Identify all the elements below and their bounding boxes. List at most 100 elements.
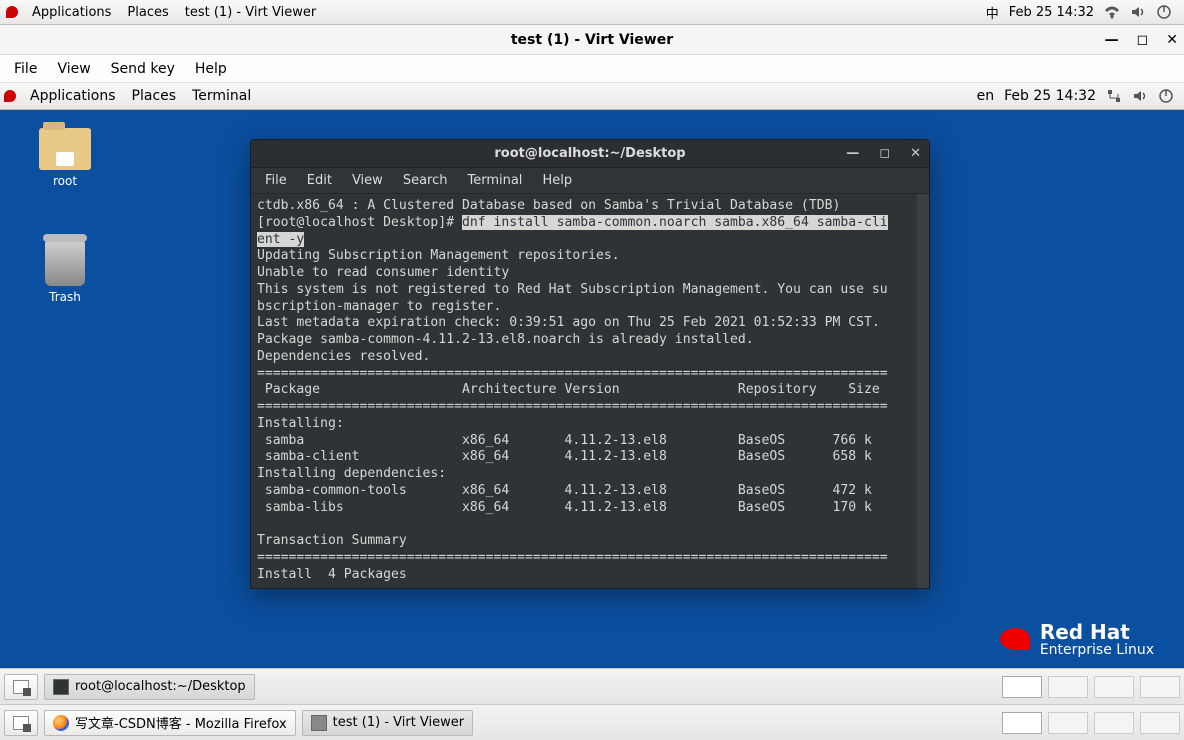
host-menu-places[interactable]: Places: [119, 5, 176, 20]
terminal-line: This system is not registered to Red Hat…: [257, 282, 888, 297]
term-menu-terminal[interactable]: Terminal: [457, 173, 532, 188]
terminal-command: ent -y: [257, 232, 304, 247]
vm-menu-places[interactable]: Places: [124, 88, 185, 104]
host-menu-applications[interactable]: Applications: [24, 5, 119, 20]
vm-menu-applications[interactable]: Applications: [22, 88, 124, 104]
terminal-title: root@localhost:~/Desktop: [494, 146, 685, 161]
terminal-line: Dependencies resolved.: [257, 349, 430, 364]
wifi-icon[interactable]: [1104, 4, 1120, 20]
power-icon[interactable]: [1156, 4, 1172, 20]
workspace-switcher[interactable]: [4, 674, 38, 700]
term-menu-view[interactable]: View: [342, 173, 393, 188]
terminal-line: samba x86_64 4.11.2-13.el8 BaseOS 766 k: [257, 433, 872, 448]
terminal-line: Unable to read consumer identity: [257, 265, 509, 280]
redhat-text-2: Enterprise Linux: [1040, 643, 1154, 658]
terminal-line: samba-common-tools x86_64 4.11.2-13.el8 …: [257, 483, 872, 498]
taskbar-item-firefox[interactable]: 写文章-CSDN博客 - Mozilla Firefox: [44, 710, 296, 736]
tray-slot: [1140, 712, 1180, 734]
redhat-hat-icon: [1000, 628, 1030, 650]
terminal-line: ctdb.x86_64 : A Clustered Database based…: [257, 198, 840, 213]
virt-viewer-menubar: File View Send key Help: [0, 55, 1184, 83]
terminal-line: samba-client x86_64 4.11.2-13.el8 BaseOS…: [257, 449, 872, 464]
taskbar-item-label: 写文章-CSDN博客 - Mozilla Firefox: [75, 713, 287, 732]
terminal-prompt: [root@localhost Desktop]#: [257, 215, 462, 230]
term-menu-help[interactable]: Help: [532, 173, 582, 188]
maximize-button[interactable]: ◻: [1137, 32, 1149, 48]
terminal-line: Transaction Summary: [257, 533, 407, 548]
terminal-command: dnf install samba-common.noarch samba.x8…: [462, 215, 888, 230]
terminal-line: Last metadata expiration check: 0:39:51 …: [257, 315, 880, 330]
terminal-minimize-button[interactable]: —: [846, 146, 859, 161]
close-button[interactable]: ✕: [1166, 32, 1178, 48]
desktop-icon-label: root: [30, 174, 100, 188]
fedora-icon: [4, 90, 16, 102]
terminal-line: ========================================…: [257, 550, 888, 565]
terminal-output[interactable]: ctdb.x86_64 : A Clustered Database based…: [251, 194, 929, 588]
term-menu-edit[interactable]: Edit: [297, 173, 342, 188]
host-taskbar: 写文章-CSDN博客 - Mozilla Firefox test (1) - …: [0, 704, 1184, 740]
terminal-window[interactable]: root@localhost:~/Desktop — ◻ ✕ File Edit…: [250, 139, 930, 589]
workspace-icon: [13, 680, 29, 694]
network-icon[interactable]: [1106, 88, 1122, 104]
terminal-line: ========================================…: [257, 366, 888, 381]
host-top-panel: Applications Places test (1) - Virt View…: [0, 0, 1184, 25]
tray-slot: [1048, 712, 1088, 734]
firefox-icon: [53, 715, 69, 731]
window-title: test (1) - Virt Viewer: [511, 32, 673, 48]
redhat-text-1: Red Hat: [1040, 621, 1154, 643]
terminal-titlebar[interactable]: root@localhost:~/Desktop — ◻ ✕: [251, 140, 929, 168]
redhat-logo: Red Hat Enterprise Linux: [1000, 621, 1154, 658]
trash-icon: [45, 240, 85, 286]
terminal-maximize-button[interactable]: ◻: [879, 146, 890, 161]
taskbar-item-label: root@localhost:~/Desktop: [75, 679, 246, 694]
host-ime-indicator[interactable]: 中: [986, 3, 999, 22]
terminal-line: Installing:: [257, 416, 344, 431]
terminal-line: bscription-manager to register.: [257, 299, 501, 314]
tray-slot: [1094, 676, 1134, 698]
host-datetime[interactable]: Feb 25 14:32: [1009, 5, 1094, 20]
terminal-line: Package samba-common-4.11.2-13.el8.noarc…: [257, 332, 754, 347]
vm-taskbar: root@localhost:~/Desktop: [0, 668, 1184, 704]
virt-viewer-titlebar[interactable]: test (1) - Virt Viewer — ◻ ✕: [0, 25, 1184, 55]
tray-slot: [1140, 676, 1180, 698]
tray-indicator[interactable]: [1002, 712, 1042, 734]
vm-datetime[interactable]: Feb 25 14:32: [1004, 88, 1096, 104]
terminal-line: Install 4 Packages: [257, 567, 407, 582]
desktop-icon-root[interactable]: root: [30, 128, 100, 188]
desktop-icon-trash[interactable]: Trash: [30, 240, 100, 304]
terminal-scrollbar[interactable]: [917, 194, 929, 588]
host-active-app[interactable]: test (1) - Virt Viewer: [177, 5, 324, 20]
terminal-line: ========================================…: [257, 399, 888, 414]
terminal-line: Updating Subscription Management reposit…: [257, 248, 620, 263]
workspace-icon: [13, 716, 29, 730]
minimize-button[interactable]: —: [1105, 32, 1119, 48]
vv-menu-view[interactable]: View: [47, 61, 100, 77]
fedora-icon: [6, 6, 18, 18]
vv-menu-file[interactable]: File: [4, 61, 47, 77]
term-menu-search[interactable]: Search: [393, 173, 458, 188]
volume-icon[interactable]: [1132, 88, 1148, 104]
vv-menu-sendkey[interactable]: Send key: [101, 61, 185, 77]
desktop-icon-label: Trash: [30, 290, 100, 304]
tray-slot: [1048, 676, 1088, 698]
power-icon[interactable]: [1158, 88, 1174, 104]
taskbar-item-terminal[interactable]: root@localhost:~/Desktop: [44, 674, 255, 700]
terminal-line: Package Architecture Version Repository …: [257, 382, 880, 397]
term-menu-file[interactable]: File: [255, 173, 297, 188]
vm-menu-terminal[interactable]: Terminal: [184, 88, 259, 104]
vm-lang-indicator[interactable]: en: [977, 88, 995, 104]
folder-icon: [39, 128, 91, 170]
terminal-menubar: File Edit View Search Terminal Help: [251, 168, 929, 194]
terminal-close-button[interactable]: ✕: [910, 146, 921, 161]
virt-viewer-icon: [311, 715, 327, 731]
taskbar-item-virt-viewer[interactable]: test (1) - Virt Viewer: [302, 710, 473, 736]
terminal-line: Installing dependencies:: [257, 466, 446, 481]
terminal-line: samba-libs x86_64 4.11.2-13.el8 BaseOS 1…: [257, 500, 872, 515]
workspace-switcher[interactable]: [4, 710, 38, 736]
volume-icon[interactable]: [1130, 4, 1146, 20]
tray-indicator[interactable]: [1002, 676, 1042, 698]
vm-desktop[interactable]: root Trash root@localhost:~/Desktop — ◻ …: [0, 110, 1184, 668]
vm-top-panel: Applications Places Terminal en Feb 25 1…: [0, 83, 1184, 110]
tray-slot: [1094, 712, 1134, 734]
vv-menu-help[interactable]: Help: [185, 61, 237, 77]
